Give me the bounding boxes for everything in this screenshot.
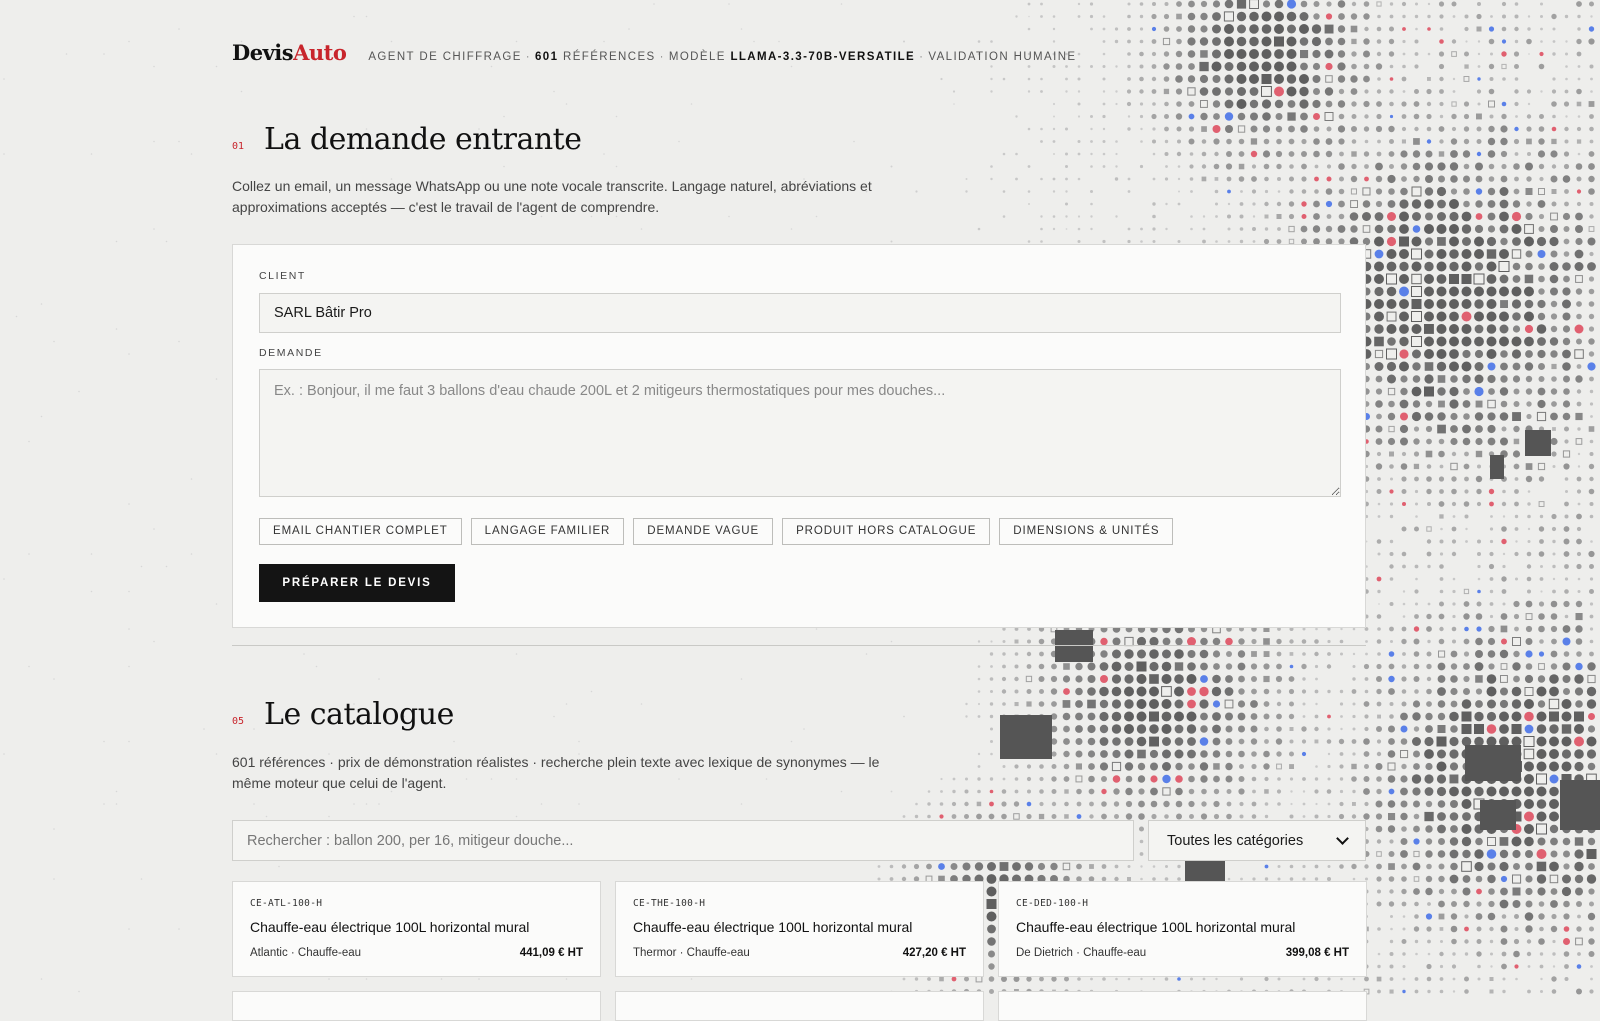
request-form: CLIENT DEMANDE EMAIL CHANTIER COMPLET LA…: [232, 244, 1366, 628]
request-textarea[interactable]: [259, 369, 1341, 497]
section-number: 05: [232, 716, 245, 727]
product-meta: De Dietrich · Chauffe-eau: [1016, 947, 1147, 959]
top-bar: DevisAuto AGENT DE CHIFFRAGE · 601 RÉFÉREN…: [232, 40, 1076, 65]
example-chip-email[interactable]: EMAIL CHANTIER COMPLET: [259, 518, 462, 545]
example-chip-vague[interactable]: DEMANDE VAGUE: [633, 518, 774, 545]
example-chip-dimensions[interactable]: DIMENSIONS & UNITÉS: [999, 518, 1174, 545]
request-label: DEMANDE: [259, 347, 323, 359]
product-meta: Atlantic · Chauffe-eau: [250, 947, 362, 959]
product-price: 427,20 € HT: [902, 947, 966, 959]
product-card[interactable]: CE-ATL-100-H Chauffe-eau électrique 100L…: [232, 881, 601, 977]
product-card-partial[interactable]: [232, 991, 601, 1021]
model-name: LLAMA-3.3-70B-VERSATILE: [730, 51, 916, 63]
section-title: Le catalogue: [264, 697, 454, 732]
category-select[interactable]: Toutes les catégories: [1148, 820, 1366, 861]
product-card-partial[interactable]: [998, 991, 1367, 1021]
example-chip-hors-catalogue[interactable]: PRODUIT HORS CATALOGUE: [782, 518, 991, 545]
product-ref: CE-DED-100-H: [1016, 898, 1089, 909]
validation-label: VALIDATION HUMAINE: [928, 51, 1077, 63]
product-grid: CE-ATL-100-H Chauffe-eau électrique 100L…: [232, 881, 1368, 1021]
catalog-search-input[interactable]: [232, 820, 1134, 861]
app-logo[interactable]: DevisAuto: [232, 40, 347, 65]
section-title: La demande entrante: [264, 122, 582, 157]
section-number: 01: [232, 141, 245, 152]
example-chips: EMAIL CHANTIER COMPLET LANGAGE FAMILIER …: [259, 518, 1174, 545]
product-ref: CE-THE-100-H: [633, 898, 706, 909]
product-card-partial[interactable]: [615, 991, 984, 1021]
section-divider: [232, 645, 1366, 646]
product-card[interactable]: CE-THE-100-H Chauffe-eau électrique 100L…: [615, 881, 984, 977]
prepare-quote-button[interactable]: PRÉPARER LE DEVIS: [259, 564, 455, 602]
product-price: 399,08 € HT: [1285, 947, 1349, 959]
client-label: CLIENT: [259, 270, 306, 282]
product-name: Chauffe-eau électrique 100L horizontal m…: [1016, 919, 1296, 935]
chevron-down-icon: [1336, 832, 1349, 845]
catalog-section-description: 601 références · prix de démonstration r…: [232, 754, 880, 791]
product-meta: Thermor · Chauffe-eau: [633, 947, 750, 959]
refs-count: 601: [535, 51, 559, 63]
category-select-value: Toutes les catégories: [1167, 832, 1304, 849]
product-ref: CE-ATL-100-H: [250, 898, 323, 909]
product-name: Chauffe-eau électrique 100L horizontal m…: [633, 919, 913, 935]
header-meta: AGENT DE CHIFFRAGE · 601 RÉFÉRENCES · MODÈLE…: [368, 51, 1077, 63]
product-name: Chauffe-eau électrique 100L horizontal m…: [250, 919, 530, 935]
client-input[interactable]: [259, 293, 1341, 333]
product-price: 441,09 € HT: [519, 947, 583, 959]
request-section-description: Collez un email, un message WhatsApp ou …: [232, 178, 872, 215]
product-card[interactable]: CE-DED-100-H Chauffe-eau électrique 100L…: [998, 881, 1367, 977]
tagline: AGENT DE CHIFFRAGE: [368, 51, 522, 63]
example-chip-familier[interactable]: LANGAGE FAMILIER: [470, 518, 625, 545]
request-section-header: 01 La demande entrante: [232, 122, 582, 157]
catalog-section-header: 05 Le catalogue: [232, 697, 454, 732]
